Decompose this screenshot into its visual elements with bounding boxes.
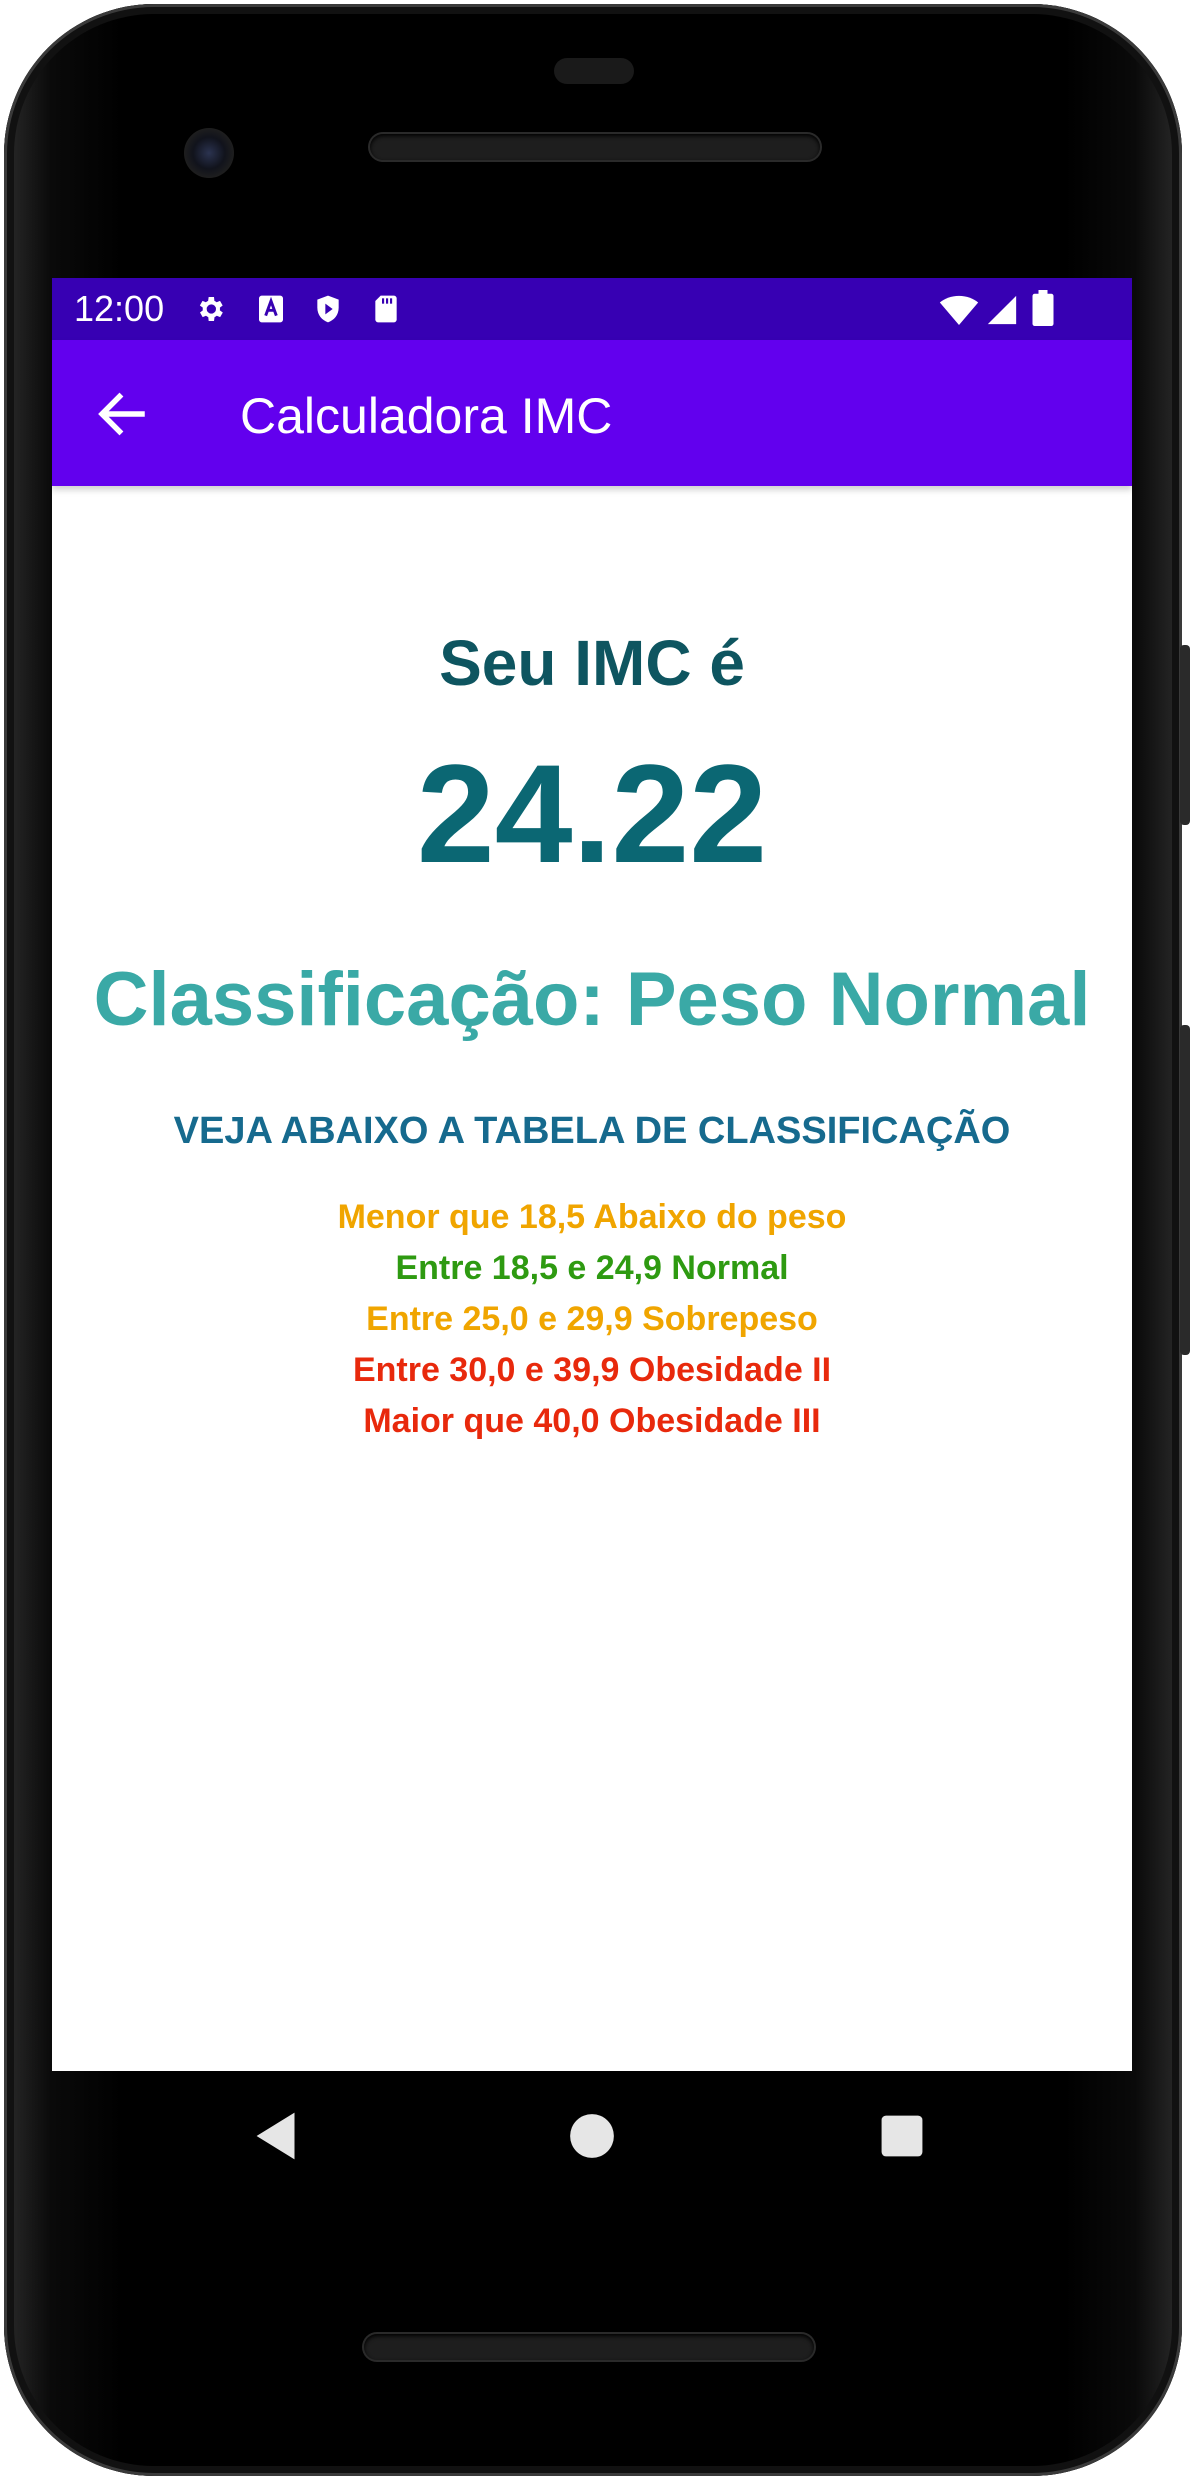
- classification-table: Menor que 18,5 Abaixo do peso Entre 18,5…: [52, 1192, 1132, 1447]
- screen: 12:00 Calculadora IMC Seu IMC é 24.22 Cl…: [52, 278, 1132, 2071]
- signal-icon: [987, 295, 1017, 325]
- shield-play-icon: [317, 295, 339, 323]
- status-time: 12:00: [74, 288, 165, 329]
- classification-row-obesity-3: Maior que 40,0 Obesidade III: [363, 1402, 821, 1440]
- back-triangle-icon[interactable]: [242, 2101, 312, 2171]
- top-speaker-grille: [370, 134, 820, 160]
- app-bar: Calculadora IMC: [52, 340, 1132, 486]
- classification-table-heading: VEJA ABAIXO A TABELA DE CLASSIFICAÇÃO: [173, 1110, 1011, 1152]
- power-button: [1180, 645, 1190, 825]
- navigation-bar: [52, 2071, 1132, 2201]
- classification-row-normal: Entre 18,5 e 24,9 Normal: [395, 1249, 789, 1287]
- wifi-icon: [939, 295, 979, 325]
- battery-icon: [1032, 290, 1054, 326]
- classification-text: Classificação: Peso Normal: [93, 957, 1091, 1042]
- bottom-speaker-grille: [364, 2334, 814, 2360]
- gear-icon: [199, 297, 223, 321]
- classification-row-overweight: Entre 25,0 e 29,9 Sobrepeso: [366, 1300, 818, 1338]
- bmi-value: 24.22: [416, 735, 768, 892]
- app-title: Calculadora IMC: [240, 388, 613, 444]
- classification-row-obesity-2: Entre 30,0 e 39,9 Obesidade II: [352, 1351, 832, 1389]
- home-circle-icon[interactable]: [557, 2101, 627, 2171]
- arrow-left-icon[interactable]: [92, 384, 152, 444]
- result-label: Seu IMC é: [439, 627, 745, 699]
- recents-square-icon[interactable]: [867, 2101, 937, 2171]
- volume-button: [1180, 1025, 1190, 1355]
- classification-row-underweight: Menor que 18,5 Abaixo do peso: [337, 1198, 847, 1236]
- sd-card-icon: [375, 295, 397, 323]
- device-frame: 12:00 Calculadora IMC Seu IMC é 24.22 Cl…: [0, 0, 1194, 2480]
- status-bar: 12:00: [52, 278, 1132, 340]
- font-a-icon: [259, 295, 283, 323]
- earpiece-slot: [554, 58, 634, 84]
- front-camera: [184, 128, 234, 178]
